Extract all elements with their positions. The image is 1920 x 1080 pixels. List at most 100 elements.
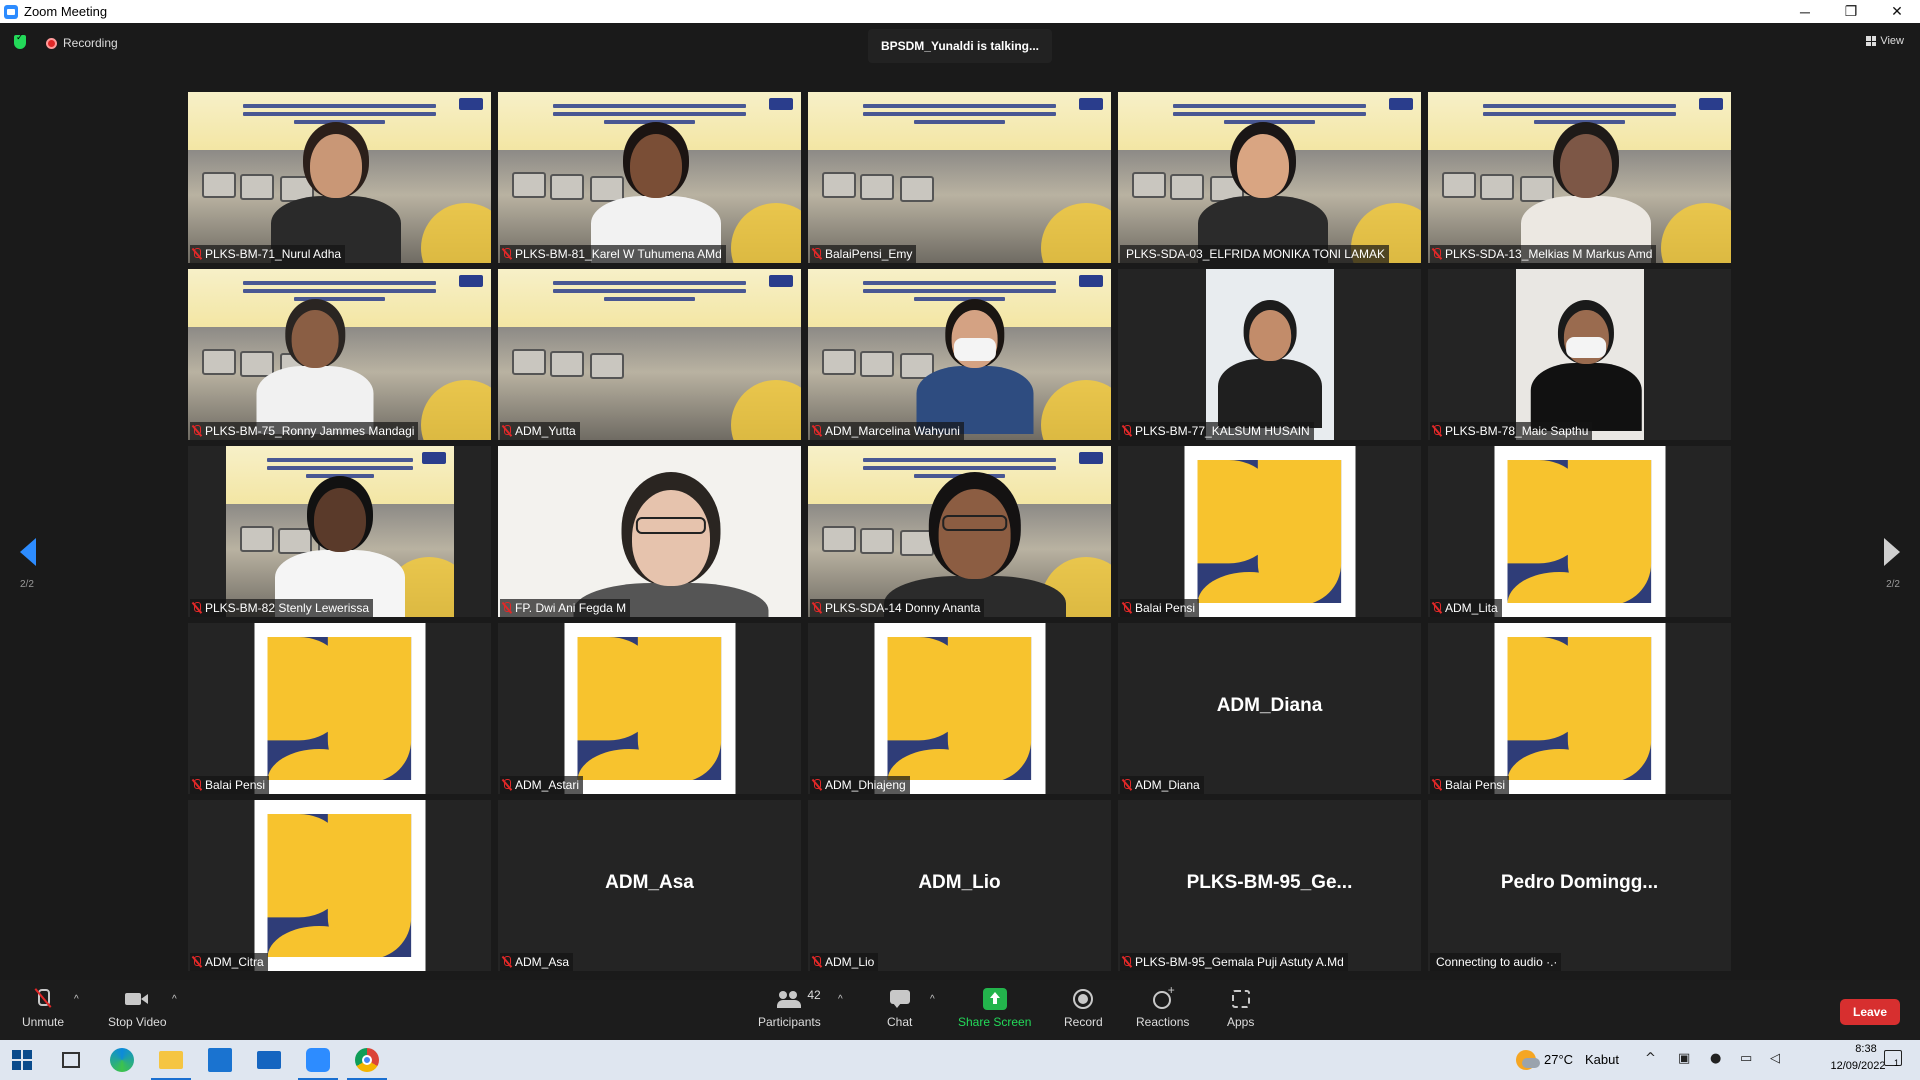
reactions-button[interactable]: Reactions bbox=[1136, 983, 1190, 1029]
participants-options-chevron-icon[interactable]: ^ bbox=[838, 994, 843, 1005]
participant-nametag: ADM_Lio bbox=[810, 953, 879, 971]
participant-tile[interactable]: PLKS-BM-71_Nurul Adha bbox=[188, 92, 491, 263]
slide-title-line bbox=[604, 297, 695, 301]
recording-icon bbox=[46, 38, 57, 49]
close-button[interactable]: ✕ bbox=[1874, 0, 1920, 23]
participant-tile[interactable]: ADM_Dhiajeng bbox=[808, 623, 1111, 794]
muted-mic-icon bbox=[502, 779, 511, 791]
video-options-chevron-icon[interactable]: ^ bbox=[172, 994, 177, 1005]
muted-mic-icon bbox=[812, 425, 821, 437]
task-view-icon[interactable] bbox=[62, 1052, 80, 1068]
participant-tile[interactable]: Pedro Domingg... Connecting to audio ·.· bbox=[1428, 800, 1731, 971]
view-button[interactable]: View bbox=[1866, 35, 1904, 47]
share-screen-button[interactable]: Share Screen bbox=[958, 988, 1031, 1029]
participant-tile[interactable]: ADM_Yutta bbox=[498, 269, 801, 440]
next-page-arrow-icon[interactable] bbox=[1884, 538, 1900, 566]
leave-button[interactable]: Leave bbox=[1840, 999, 1900, 1025]
participant-tile[interactable]: PLKS-BM-75_Ronny Jammes Mandagi bbox=[188, 269, 491, 440]
minimize-button[interactable]: ─ bbox=[1782, 0, 1828, 23]
chrome-browser-icon[interactable] bbox=[355, 1048, 379, 1072]
participant-name: BalaiPensi_Emy bbox=[825, 247, 913, 261]
participant-tile[interactable]: PLKS-BM-95_Ge... PLKS-BM-95_Gemala Puji A… bbox=[1118, 800, 1421, 971]
chat-options-chevron-icon[interactable]: ^ bbox=[930, 994, 935, 1005]
weather-temperature[interactable]: 27°C bbox=[1544, 1052, 1573, 1067]
network-icon[interactable]: ▭ bbox=[1740, 1051, 1752, 1066]
participant-tile[interactable]: PLKS-SDA-14 Donny Ananta bbox=[808, 446, 1111, 617]
participant-figure bbox=[243, 269, 387, 440]
participant-tile[interactable]: Balai Pensi bbox=[1118, 446, 1421, 617]
security-shield-icon[interactable] bbox=[14, 33, 26, 49]
participants-button[interactable]: 42 Participants bbox=[758, 988, 821, 1029]
volume-icon[interactable]: ◁ bbox=[1770, 1051, 1780, 1066]
file-explorer-icon[interactable] bbox=[159, 1051, 183, 1069]
face-mask bbox=[953, 338, 996, 362]
participant-face bbox=[938, 489, 1012, 579]
participant-nametag: ADM_Asa bbox=[500, 953, 574, 971]
reactions-label: Reactions bbox=[1136, 1015, 1190, 1029]
weather-condition[interactable]: Kabut bbox=[1585, 1052, 1619, 1067]
record-label: Record bbox=[1064, 1015, 1103, 1029]
participant-tile[interactable]: PLKS-SDA-03_ELFRIDA MONIKA TONI LAMAK bbox=[1118, 92, 1421, 263]
taskbar-clock-time[interactable]: 8:38 bbox=[1846, 1043, 1886, 1055]
participant-nametag: PLKS-SDA-14 Donny Ananta bbox=[810, 599, 985, 617]
page-indicator-left: 2/2 bbox=[20, 579, 34, 590]
participant-nametag: Balai Pensi bbox=[1430, 776, 1510, 794]
participant-tile[interactable]: PLKS-BM-81_Karel W Tuhumena AMd bbox=[498, 92, 801, 263]
participant-tile[interactable]: PLKS-SDA-13_Melkias M Markus Amd bbox=[1428, 92, 1731, 263]
participant-tile[interactable]: PLKS-BM-82 Stenly Lewerissa bbox=[188, 446, 491, 617]
meeting-control-bar: Unmute ^ Stop Video ^ 42 Participants ^ … bbox=[0, 980, 1920, 1040]
participant-tile[interactable]: PLKS-BM-77_KALSUM HUSAIN bbox=[1118, 269, 1421, 440]
unmute-button[interactable]: Unmute bbox=[22, 988, 64, 1029]
participant-tile[interactable]: Balai Pensi bbox=[1428, 623, 1731, 794]
muted-mic-icon bbox=[1432, 779, 1441, 791]
eyeglasses bbox=[941, 514, 1008, 532]
participant-tile[interactable]: FP. Dwi Ani Fegda M bbox=[498, 446, 801, 617]
meeting-top-info: Recording BPSDM_Yunaldi is talking... Vi… bbox=[0, 23, 1920, 63]
muted-mic-icon bbox=[502, 956, 511, 968]
zoom-app-icon bbox=[4, 4, 18, 19]
participant-tile[interactable]: Balai Pensi bbox=[188, 623, 491, 794]
pu-logo-icon bbox=[887, 636, 1032, 781]
participant-tile[interactable]: ADM_Asa ADM_Asa bbox=[498, 800, 801, 971]
participant-name: ADM_Astari bbox=[515, 778, 580, 792]
audio-options-chevron-icon[interactable]: ^ bbox=[74, 994, 79, 1005]
edge-browser-icon[interactable] bbox=[110, 1048, 134, 1072]
apps-button[interactable]: Apps bbox=[1227, 988, 1254, 1029]
restore-button[interactable]: ❐ bbox=[1828, 0, 1874, 23]
zoom-taskbar-icon[interactable] bbox=[306, 1048, 330, 1072]
participant-figure bbox=[903, 269, 1047, 440]
view-label: View bbox=[1880, 35, 1904, 47]
mail-icon[interactable] bbox=[257, 1051, 281, 1069]
chat-button[interactable]: Chat bbox=[887, 988, 912, 1029]
tray-chevron-up-icon[interactable]: ^ bbox=[1645, 1051, 1656, 1066]
participant-tile[interactable]: ADM_Diana ADM_Diana bbox=[1118, 623, 1421, 794]
taskbar-clock-date[interactable]: 12/09/2022 bbox=[1828, 1060, 1888, 1072]
participant-tile[interactable]: PLKS-BM-78_Maic Sapthu bbox=[1428, 269, 1731, 440]
participant-nametag: Connecting to audio ·.· bbox=[1430, 953, 1562, 971]
video-grid: PLKS-BM-71_Nurul Adha PLKS-BM-81_Karel W … bbox=[188, 92, 1732, 978]
page-indicator-right: 2/2 bbox=[1886, 579, 1900, 590]
participant-nametag: PLKS-SDA-03_ELFRIDA MONIKA TONI LAMAK bbox=[1120, 245, 1389, 263]
weather-icon[interactable] bbox=[1516, 1050, 1540, 1070]
microsoft-store-icon[interactable] bbox=[208, 1048, 232, 1072]
participant-name: PLKS-BM-82 Stenly Lewerissa bbox=[205, 601, 370, 615]
participant-name: ADM_Dhiajeng bbox=[825, 778, 906, 792]
record-button[interactable]: Record bbox=[1064, 988, 1103, 1029]
participant-name: Connecting to audio ·.· bbox=[1436, 955, 1558, 969]
muted-mic-icon bbox=[502, 248, 511, 260]
participant-tile[interactable]: ADM_Lio ADM_Lio bbox=[808, 800, 1111, 971]
tray-app-icon[interactable]: ▣ bbox=[1678, 1051, 1690, 1066]
participant-display-name: Pedro Domingg... bbox=[1500, 872, 1659, 893]
participant-figure bbox=[1518, 269, 1644, 440]
participant-tile[interactable]: ADM_Citra bbox=[188, 800, 491, 971]
participant-tile[interactable]: ADM_Astari bbox=[498, 623, 801, 794]
windows-start-icon[interactable] bbox=[12, 1050, 32, 1070]
participant-tile[interactable]: ADM_Lita bbox=[1428, 446, 1731, 617]
participant-tile[interactable]: BalaiPensi_Emy bbox=[808, 92, 1111, 263]
notifications-icon[interactable] bbox=[1884, 1050, 1902, 1066]
stop-video-button[interactable]: Stop Video bbox=[108, 988, 167, 1029]
tray-microphone-icon[interactable]: ● bbox=[1710, 1051, 1721, 1066]
participant-tile[interactable]: ADM_Marcelina Wahyuni bbox=[808, 269, 1111, 440]
slide-pu-logo-icon bbox=[459, 275, 483, 287]
previous-page-arrow-icon[interactable] bbox=[20, 538, 36, 566]
